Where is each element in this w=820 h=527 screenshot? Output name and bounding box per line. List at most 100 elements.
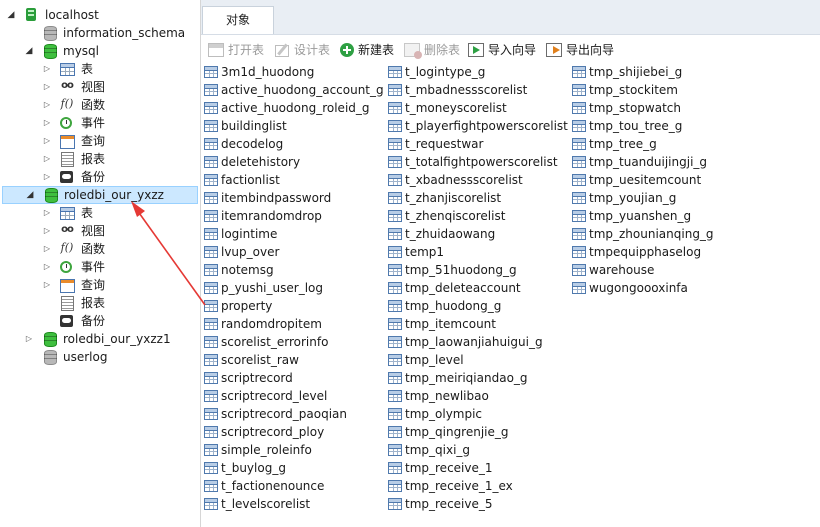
table-list-item[interactable]: randomdropitem (202, 315, 384, 333)
table-list-item[interactable]: tmp_yuanshen_g (570, 207, 714, 225)
table-list-item[interactable]: temp1 (386, 243, 568, 261)
table-list-item[interactable]: lvup_over (202, 243, 384, 261)
table-list-item[interactable]: wugongoooxinfa (570, 279, 714, 297)
expand-toggle-icon[interactable]: ▷ (42, 240, 52, 258)
table-list-item[interactable]: scriptrecord (202, 369, 384, 387)
table-list-item[interactable]: tmp_receive_1_ex (386, 477, 568, 495)
table-list-item[interactable]: active_huodong_roleid_g (202, 99, 384, 117)
tree-item-reports[interactable]: ▷ 报表 (0, 150, 200, 168)
table-list-item[interactable]: tmp_level (386, 351, 568, 369)
open-table-button[interactable]: 打开表 (208, 41, 264, 59)
expand-toggle-icon[interactable]: ▷ (42, 204, 52, 222)
table-list-item[interactable]: logintime (202, 225, 384, 243)
table-list-item[interactable]: t_zhanjiscorelist (386, 189, 568, 207)
table-list-item[interactable]: itembindpassword (202, 189, 384, 207)
table-list-item[interactable]: tmp_laowanjiahuigui_g (386, 333, 568, 351)
table-list-item[interactable]: tmp_stopwatch (570, 99, 714, 117)
tab-objects[interactable]: 对象 (202, 6, 274, 34)
tree-item-queries[interactable]: ▷ 查询 (0, 132, 200, 150)
tree-item-events[interactable]: ▷ 事件 (0, 258, 200, 276)
table-list-item[interactable]: tmp_stockitem (570, 81, 714, 99)
tree-item-functions[interactable]: ▷ f() 函数 (0, 240, 200, 258)
table-list-item[interactable]: t_requestwar (386, 135, 568, 153)
table-list-item[interactable]: tmp_receive_1 (386, 459, 568, 477)
tree-item-backups[interactable]: 备份 (0, 312, 200, 330)
database-node-roledbi-our-yxzz[interactable]: ◢ roledbi_our_yxzz (2, 186, 198, 204)
expand-toggle-icon[interactable]: ◢ (25, 187, 35, 203)
table-list-item[interactable]: itemrandomdrop (202, 207, 384, 225)
table-list-item[interactable]: tmp_51huodong_g (386, 261, 568, 279)
table-list-item[interactable]: tmp_huodong_g (386, 297, 568, 315)
table-list-item[interactable]: t_zhuidaowang (386, 225, 568, 243)
tree-item-backups[interactable]: ▷ 备份 (0, 168, 200, 186)
table-list-item[interactable]: notemsg (202, 261, 384, 279)
expand-toggle-icon[interactable]: ▷ (42, 276, 52, 294)
table-list-item[interactable]: scorelist_errorinfo (202, 333, 384, 351)
table-list-item[interactable]: scorelist_raw (202, 351, 384, 369)
table-list-item[interactable]: t_logintype_g (386, 63, 568, 81)
table-list-item[interactable]: tmp_uesitemcount (570, 171, 714, 189)
table-list-item[interactable]: t_moneyscorelist (386, 99, 568, 117)
table-list-item[interactable]: t_playerfightpowerscorelist (386, 117, 568, 135)
export-wizard-button[interactable]: 导出向导 (546, 41, 614, 59)
table-list-item[interactable]: t_zhenqiscorelist (386, 207, 568, 225)
tree-item-tables[interactable]: ▷ 表 (0, 204, 200, 222)
table-list-item[interactable]: decodelog (202, 135, 384, 153)
expand-toggle-icon[interactable]: ▷ (42, 222, 52, 240)
table-list-item[interactable]: scriptrecord_level (202, 387, 384, 405)
table-list-item[interactable]: simple_roleinfo (202, 441, 384, 459)
expand-toggle-icon[interactable]: ▷ (42, 78, 52, 96)
tree-item-events[interactable]: ▷ 事件 (0, 114, 200, 132)
expand-toggle-icon[interactable]: ◢ (24, 42, 34, 60)
tree-item-functions[interactable]: ▷ f() 函数 (0, 96, 200, 114)
table-list-item[interactable]: t_mbadnessscorelist (386, 81, 568, 99)
expand-toggle-icon[interactable]: ▷ (42, 132, 52, 150)
tree-item-reports[interactable]: 报表 (0, 294, 200, 312)
expand-toggle-icon[interactable]: ◢ (6, 6, 16, 24)
table-list-item[interactable]: buildinglist (202, 117, 384, 135)
table-list-item[interactable]: tmp_itemcount (386, 315, 568, 333)
table-list-item[interactable]: tmp_tou_tree_g (570, 117, 714, 135)
design-table-button[interactable]: 设计表 (274, 41, 330, 59)
table-list-item[interactable]: scriptrecord_ploy (202, 423, 384, 441)
table-list-item[interactable]: 3m1d_huodong (202, 63, 384, 81)
expand-toggle-icon[interactable]: ▷ (42, 258, 52, 276)
expand-toggle-icon[interactable]: ▷ (42, 168, 52, 186)
table-list-item[interactable]: tmp_youjian_g (570, 189, 714, 207)
tree-item-views[interactable]: ▷ oo 视图 (0, 222, 200, 240)
tree-item-queries[interactable]: ▷ 查询 (0, 276, 200, 294)
expand-toggle-icon[interactable]: ▷ (42, 96, 52, 114)
table-list-item[interactable]: tmp_qixi_g (386, 441, 568, 459)
table-list-item[interactable]: tmp_zhounianqing_g (570, 225, 714, 243)
table-list-item[interactable]: tmp_newlibao (386, 387, 568, 405)
expand-toggle-icon[interactable]: ▷ (42, 114, 52, 132)
table-list-item[interactable]: tmp_qingrenjie_g (386, 423, 568, 441)
database-node-userlog[interactable]: userlog (0, 348, 200, 366)
table-list-item[interactable]: tmp_tuanduijingji_g (570, 153, 714, 171)
connection-node-localhost[interactable]: ◢ localhost (0, 6, 200, 24)
table-list-item[interactable]: tmp_deleteaccount (386, 279, 568, 297)
table-list-item[interactable]: t_buylog_g (202, 459, 384, 477)
database-node-mysql[interactable]: ◢ mysql (0, 42, 200, 60)
delete-table-button[interactable]: 删除表 (404, 41, 460, 59)
table-list-item[interactable]: tmp_tree_g (570, 135, 714, 153)
tree-item-views[interactable]: ▷ oo 视图 (0, 78, 200, 96)
table-list-item[interactable]: property (202, 297, 384, 315)
tree-item-tables[interactable]: ▷ 表 (0, 60, 200, 78)
table-list-item[interactable]: deletehistory (202, 153, 384, 171)
database-node-roledbi-our-yxzz1[interactable]: ▷ roledbi_our_yxzz1 (0, 330, 200, 348)
table-list-item[interactable]: t_xbadnessscorelist (386, 171, 568, 189)
expand-toggle-icon[interactable]: ▷ (24, 330, 34, 348)
import-wizard-button[interactable]: 导入向导 (468, 41, 536, 59)
table-list-item[interactable]: t_levelscorelist (202, 495, 384, 513)
table-list-item[interactable]: t_factionenounce (202, 477, 384, 495)
table-list-item[interactable]: factionlist (202, 171, 384, 189)
database-node-information-schema[interactable]: information_schema (0, 24, 200, 42)
table-list-item[interactable]: tmp_shijiebei_g (570, 63, 714, 81)
expand-toggle-icon[interactable]: ▷ (42, 60, 52, 78)
table-list-item[interactable]: tmp_receive_5 (386, 495, 568, 513)
table-list-item[interactable]: tmp_meiriqiandao_g (386, 369, 568, 387)
expand-toggle-icon[interactable]: ▷ (42, 150, 52, 168)
table-list-item[interactable]: tmp_olympic (386, 405, 568, 423)
table-list-item[interactable]: warehouse (570, 261, 714, 279)
